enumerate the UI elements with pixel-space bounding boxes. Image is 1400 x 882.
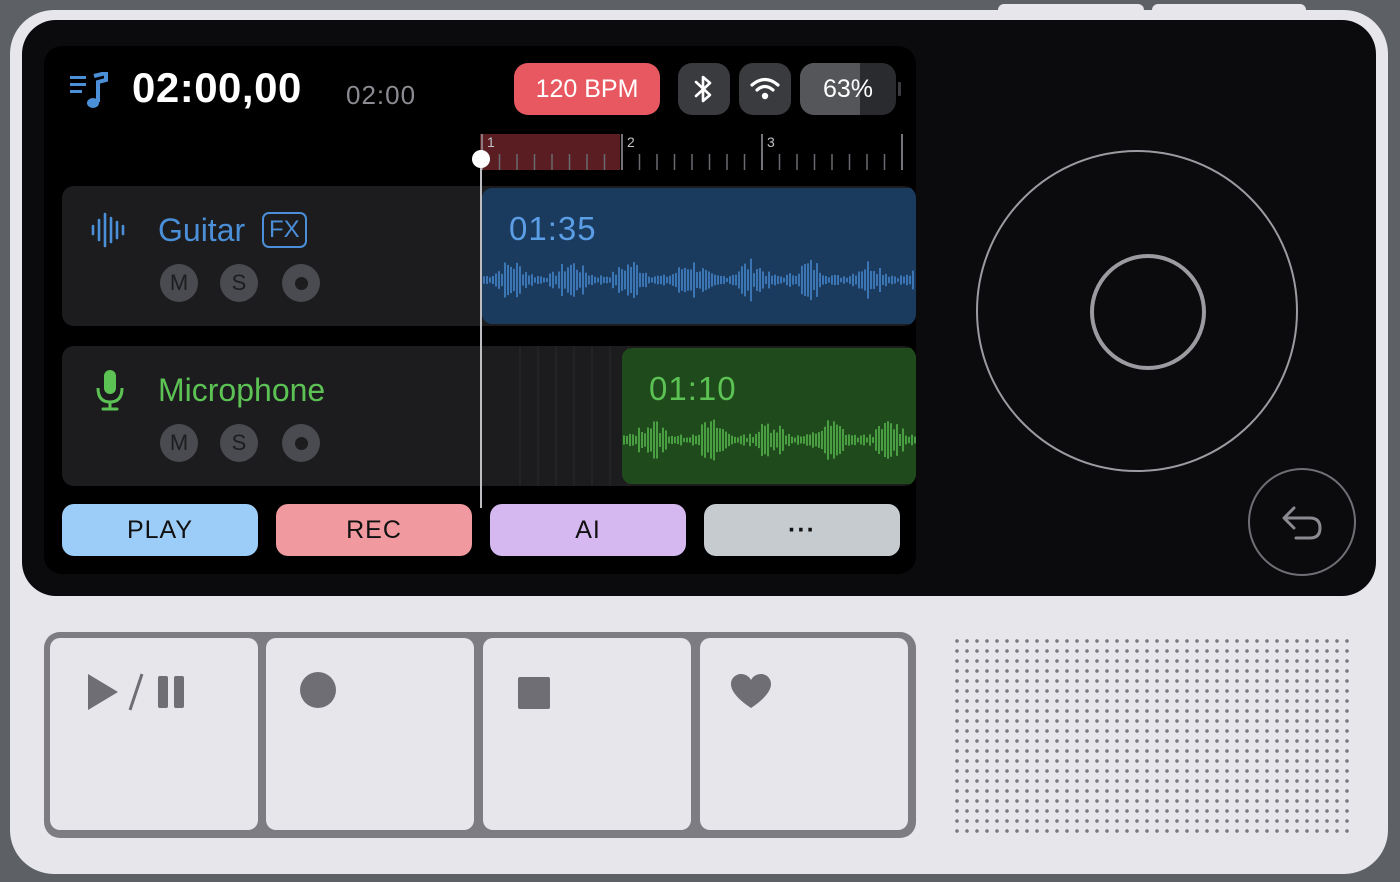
play-pause-icon bbox=[88, 673, 184, 711]
pad-record[interactable] bbox=[266, 638, 474, 830]
solo-button[interactable]: S bbox=[220, 264, 258, 302]
record-dot-icon bbox=[294, 436, 308, 450]
track-microphone[interactable]: Microphone M S 01:10 bbox=[62, 346, 916, 486]
elapsed-time: 02:00,00 bbox=[132, 64, 302, 111]
pad-favorite[interactable] bbox=[700, 638, 908, 830]
track-guitar[interactable]: Guitar FX M S 01:35 bbox=[62, 186, 916, 326]
arm-record-button[interactable] bbox=[282, 264, 320, 302]
ruler-marker-1: 1 bbox=[487, 134, 495, 150]
solo-button[interactable]: S bbox=[220, 424, 258, 462]
bluetooth-button[interactable] bbox=[678, 63, 730, 115]
playhead-line bbox=[480, 168, 482, 508]
pad-play-pause[interactable] bbox=[50, 638, 258, 830]
clip-waveform bbox=[623, 419, 916, 461]
mute-button[interactable]: M bbox=[160, 264, 198, 302]
ai-button[interactable]: AI bbox=[490, 504, 686, 556]
battery-tip bbox=[898, 82, 901, 96]
speaker-grille bbox=[952, 636, 1352, 836]
microphone-icon bbox=[94, 368, 126, 417]
arm-record-button[interactable] bbox=[282, 424, 320, 462]
music-list-icon[interactable] bbox=[68, 70, 108, 117]
battery-label: 63% bbox=[822, 74, 874, 103]
undo-button[interactable] bbox=[1248, 468, 1356, 576]
undo-icon bbox=[1282, 506, 1322, 540]
record-icon bbox=[300, 672, 336, 708]
ruler-marker-3: 3 bbox=[767, 134, 775, 150]
track-name: Microphone bbox=[158, 372, 326, 408]
bpm-badge[interactable]: 120 BPM bbox=[514, 63, 660, 115]
jog-wheel-center[interactable] bbox=[1090, 254, 1206, 370]
bpm-label: 120 BPM bbox=[535, 74, 639, 103]
record-dot-icon bbox=[294, 276, 308, 290]
playhead-handle[interactable] bbox=[472, 150, 490, 168]
hardware-pads bbox=[44, 632, 916, 838]
stop-icon bbox=[518, 677, 550, 709]
clip-duration: 01:10 bbox=[649, 370, 737, 407]
bluetooth-icon bbox=[694, 75, 712, 103]
audio-clip[interactable]: 01:10 bbox=[622, 348, 916, 484]
play-button[interactable]: PLAY bbox=[62, 504, 258, 556]
device-top-nub bbox=[998, 4, 1144, 14]
wifi-button[interactable] bbox=[739, 63, 791, 115]
empty-lane-grid bbox=[519, 346, 629, 486]
pad-stop[interactable] bbox=[483, 638, 691, 830]
battery-indicator: 63% bbox=[800, 63, 896, 115]
track-name: Guitar bbox=[158, 212, 246, 248]
device-top-nub bbox=[1152, 4, 1306, 14]
ruler-marker-2: 2 bbox=[627, 134, 635, 150]
mute-button[interactable]: M bbox=[160, 424, 198, 462]
timeline-ruler[interactable]: 1 2 3 bbox=[480, 134, 916, 170]
rec-button[interactable]: REC bbox=[276, 504, 472, 556]
wifi-icon bbox=[750, 77, 780, 100]
clip-waveform bbox=[483, 258, 914, 302]
heart-icon bbox=[731, 674, 771, 708]
fx-badge[interactable]: FX bbox=[262, 212, 307, 248]
audio-clip[interactable]: 01:35 bbox=[482, 188, 916, 324]
more-button[interactable]: ··· bbox=[704, 504, 900, 556]
waveform-icon bbox=[90, 210, 128, 255]
main-screen: 02:00,00 02:00 120 BPM 63% 1 2 3 Guitar … bbox=[44, 46, 916, 574]
clip-duration: 01:35 bbox=[509, 210, 597, 247]
total-time: 02:00 bbox=[346, 80, 417, 110]
